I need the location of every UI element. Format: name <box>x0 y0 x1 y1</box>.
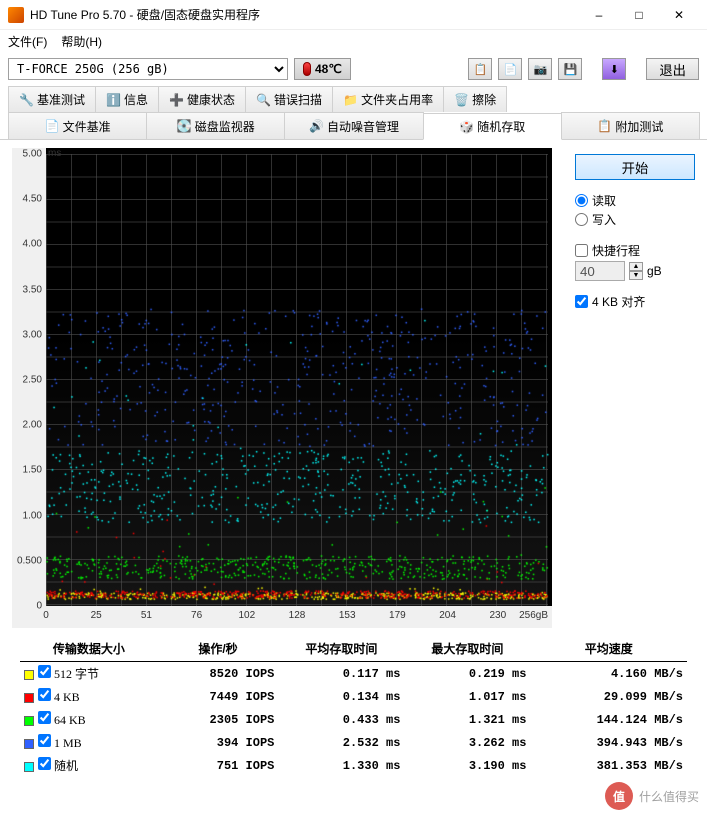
watermark: 值 什么值得买 <box>605 782 699 810</box>
screenshot-button[interactable]: 📷 <box>528 58 552 80</box>
main-content: 5.004.504.003.503.002.502.001.501.000.50… <box>0 140 707 636</box>
copy-screenshot-button[interactable]: 📄 <box>498 58 522 80</box>
tab-擦除[interactable]: 🗑️擦除 <box>443 86 507 112</box>
file-icon: 📄 <box>45 119 59 133</box>
x-axis-ticks: 0255176102128153179204230256gB <box>46 610 548 626</box>
drive-select[interactable]: T-FORCE 250G (256 gB) <box>8 58 288 80</box>
tab-随机存取[interactable]: 🎲随机存取 <box>423 113 562 140</box>
col-header: 操作/秒 <box>158 636 279 662</box>
shortstroke-value[interactable] <box>575 261 625 281</box>
write-radio[interactable]: 写入 <box>575 211 695 228</box>
close-button[interactable]: ✕ <box>659 1 699 29</box>
trash-icon: 🗑️ <box>454 93 468 107</box>
read-radio[interactable]: 读取 <box>575 192 695 209</box>
col-header: 最大存取时间 <box>404 636 530 662</box>
folder-icon: 📁 <box>343 93 357 107</box>
random-access-chart: 5.004.504.003.503.002.502.001.501.000.50… <box>12 148 552 628</box>
tab-基准测试[interactable]: 🔧基准测试 <box>8 86 96 112</box>
temperature-display: 48℃ <box>294 58 351 80</box>
tab-磁盘监视器[interactable]: 💽磁盘监视器 <box>146 112 285 139</box>
menubar: 文件(F) 帮助(H) <box>0 30 707 52</box>
plus-icon: ➕ <box>169 93 183 107</box>
table-row: 1 MB394 IOPS2.532 ms3.262 ms394.943 MB/s <box>20 731 687 754</box>
col-header: 平均存取时间 <box>278 636 404 662</box>
align-checkbox[interactable]: 4 KB 对齐 <box>575 293 695 310</box>
wrench-icon: 🔧 <box>19 93 33 107</box>
exit-button[interactable]: 退出 <box>646 58 699 80</box>
options-button[interactable]: ⬇ <box>602 58 626 80</box>
temperature-value: 48℃ <box>315 62 342 76</box>
start-button[interactable]: 开始 <box>575 154 695 180</box>
watermark-icon: 值 <box>605 782 633 810</box>
spin-up[interactable]: ▲ <box>629 262 643 271</box>
table-row: 512 字节8520 IOPS0.117 ms0.219 ms4.160 MB/… <box>20 662 687 686</box>
tab-文件夹占用率[interactable]: 📁文件夹占用率 <box>332 86 444 112</box>
copy-info-button[interactable]: 📋 <box>468 58 492 80</box>
thermometer-icon <box>303 62 311 76</box>
side-panel: 开始 读取 写入 快捷行程 ▲▼ gB 4 KB 对齐 <box>575 148 695 628</box>
spin-down[interactable]: ▼ <box>629 271 643 280</box>
shortstroke-spinner[interactable]: ▲▼ gB <box>575 261 695 281</box>
maximize-button[interactable]: □ <box>619 1 659 29</box>
series-checkbox[interactable] <box>38 711 51 724</box>
scatter-canvas <box>12 148 552 628</box>
tab-附加测试[interactable]: 📋附加测试 <box>561 112 700 139</box>
tab-信息[interactable]: ℹ️信息 <box>95 86 159 112</box>
y-axis-ticks: 5.004.504.003.503.002.502.001.501.000.50… <box>14 148 44 606</box>
save-button[interactable]: 💾 <box>558 58 582 80</box>
extra-icon: 📋 <box>597 119 611 133</box>
sound-icon: 🔊 <box>309 119 323 133</box>
table-row: 4 KB7449 IOPS0.134 ms1.017 ms29.099 MB/s <box>20 685 687 708</box>
series-checkbox[interactable] <box>38 688 51 701</box>
disk-icon: 💽 <box>177 119 191 133</box>
tabs: 🔧基准测试ℹ️信息➕健康状态🔍错误扫描📁文件夹占用率🗑️擦除 📄文件基准💽磁盘监… <box>0 86 707 140</box>
tab-自动噪音管理[interactable]: 🔊自动噪音管理 <box>284 112 423 139</box>
mode-radio-group: 读取 写入 <box>575 190 695 230</box>
menu-help[interactable]: 帮助(H) <box>61 33 102 50</box>
shortstroke-unit: gB <box>647 264 662 278</box>
app-icon <box>8 7 24 23</box>
col-header: 平均速度 <box>530 636 687 662</box>
random-icon: 🎲 <box>459 120 473 134</box>
tab-错误扫描[interactable]: 🔍错误扫描 <box>245 86 333 112</box>
watermark-text: 什么值得买 <box>639 788 699 805</box>
series-checkbox[interactable] <box>38 734 51 747</box>
menu-file[interactable]: 文件(F) <box>8 33 47 50</box>
tab-健康状态[interactable]: ➕健康状态 <box>158 86 246 112</box>
search-icon: 🔍 <box>256 93 270 107</box>
chart-area: 5.004.504.003.503.002.502.001.501.000.50… <box>12 148 563 628</box>
series-checkbox[interactable] <box>38 757 51 770</box>
table-row: 64 KB2305 IOPS0.433 ms1.321 ms144.124 MB… <box>20 708 687 731</box>
window-title: HD Tune Pro 5.70 - 硬盘/固态硬盘实用程序 <box>30 6 579 23</box>
col-header: 传输数据大小 <box>20 636 158 662</box>
tab-文件基准[interactable]: 📄文件基准 <box>8 112 147 139</box>
series-checkbox[interactable] <box>38 665 51 678</box>
results-table: 传输数据大小操作/秒平均存取时间最大存取时间平均速度 512 字节8520 IO… <box>0 636 707 789</box>
shortstroke-checkbox[interactable]: 快捷行程 <box>575 242 695 259</box>
y-axis-unit: ms <box>48 148 61 159</box>
info-icon: ℹ️ <box>106 93 120 107</box>
shortstroke-group: 快捷行程 ▲▼ gB <box>575 240 695 281</box>
minimize-button[interactable]: – <box>579 1 619 29</box>
table-row: 随机751 IOPS1.330 ms3.190 ms381.353 MB/s <box>20 754 687 777</box>
titlebar: HD Tune Pro 5.70 - 硬盘/固态硬盘实用程序 – □ ✕ <box>0 0 707 30</box>
toolbar: T-FORCE 250G (256 gB) 48℃ 📋 📄 📷 💾 ⬇ 退出 <box>0 52 707 86</box>
